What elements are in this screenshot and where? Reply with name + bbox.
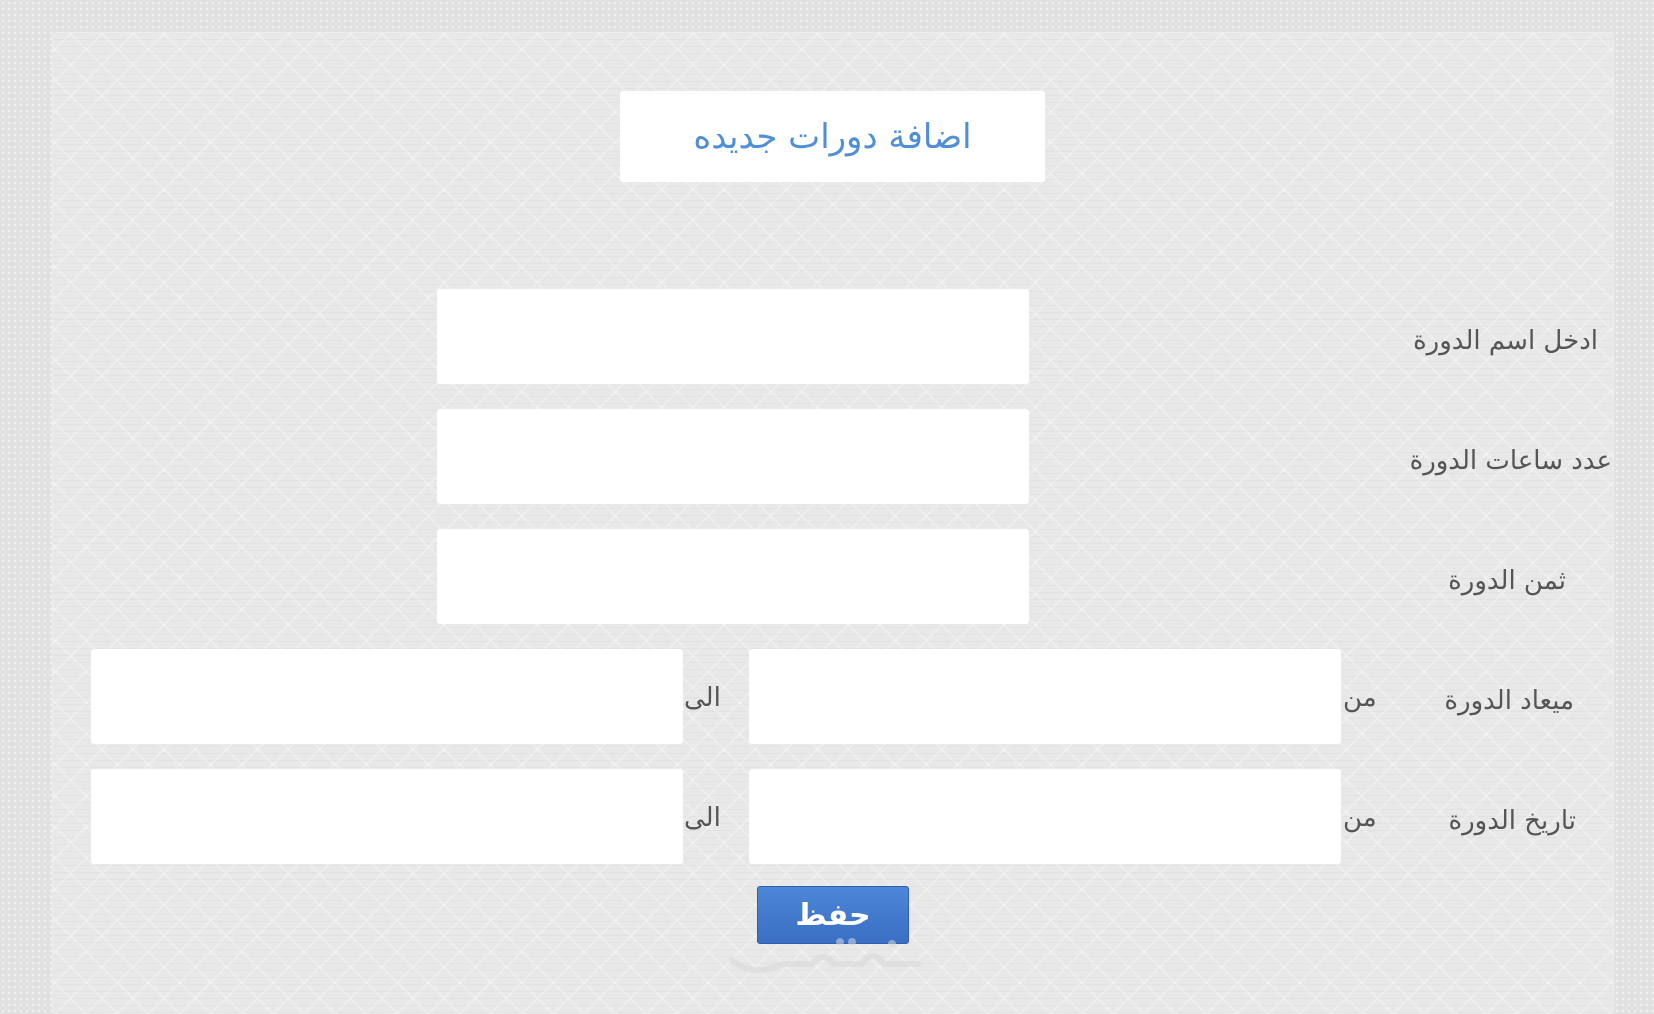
course-price-label: ثمن الدورة (1448, 566, 1566, 596)
site-logo-watermark-icon (729, 938, 921, 973)
time-to-input[interactable] (91, 649, 683, 744)
page-title: اضافة دورات جديده (693, 116, 972, 157)
time-to-label: الى (684, 683, 721, 713)
course-time-label: ميعاد الدورة (1444, 686, 1574, 716)
date-to-input[interactable] (91, 769, 683, 864)
time-from-label: من (1343, 683, 1377, 713)
course-hours-input[interactable] (437, 409, 1029, 504)
time-from-input[interactable] (749, 649, 1341, 744)
course-hours-label: عدد ساعات الدورة (1409, 446, 1612, 476)
course-name-label: ادخل اسم الدورة (1413, 326, 1598, 356)
course-price-input[interactable] (437, 529, 1029, 624)
course-date-label: تاريخ الدورة (1448, 806, 1576, 836)
date-to-label: الى (684, 803, 721, 833)
course-name-input[interactable] (437, 289, 1029, 384)
date-from-label: من (1343, 803, 1377, 833)
page-title-box: اضافة دورات جديده (620, 91, 1045, 182)
date-from-input[interactable] (749, 769, 1341, 864)
